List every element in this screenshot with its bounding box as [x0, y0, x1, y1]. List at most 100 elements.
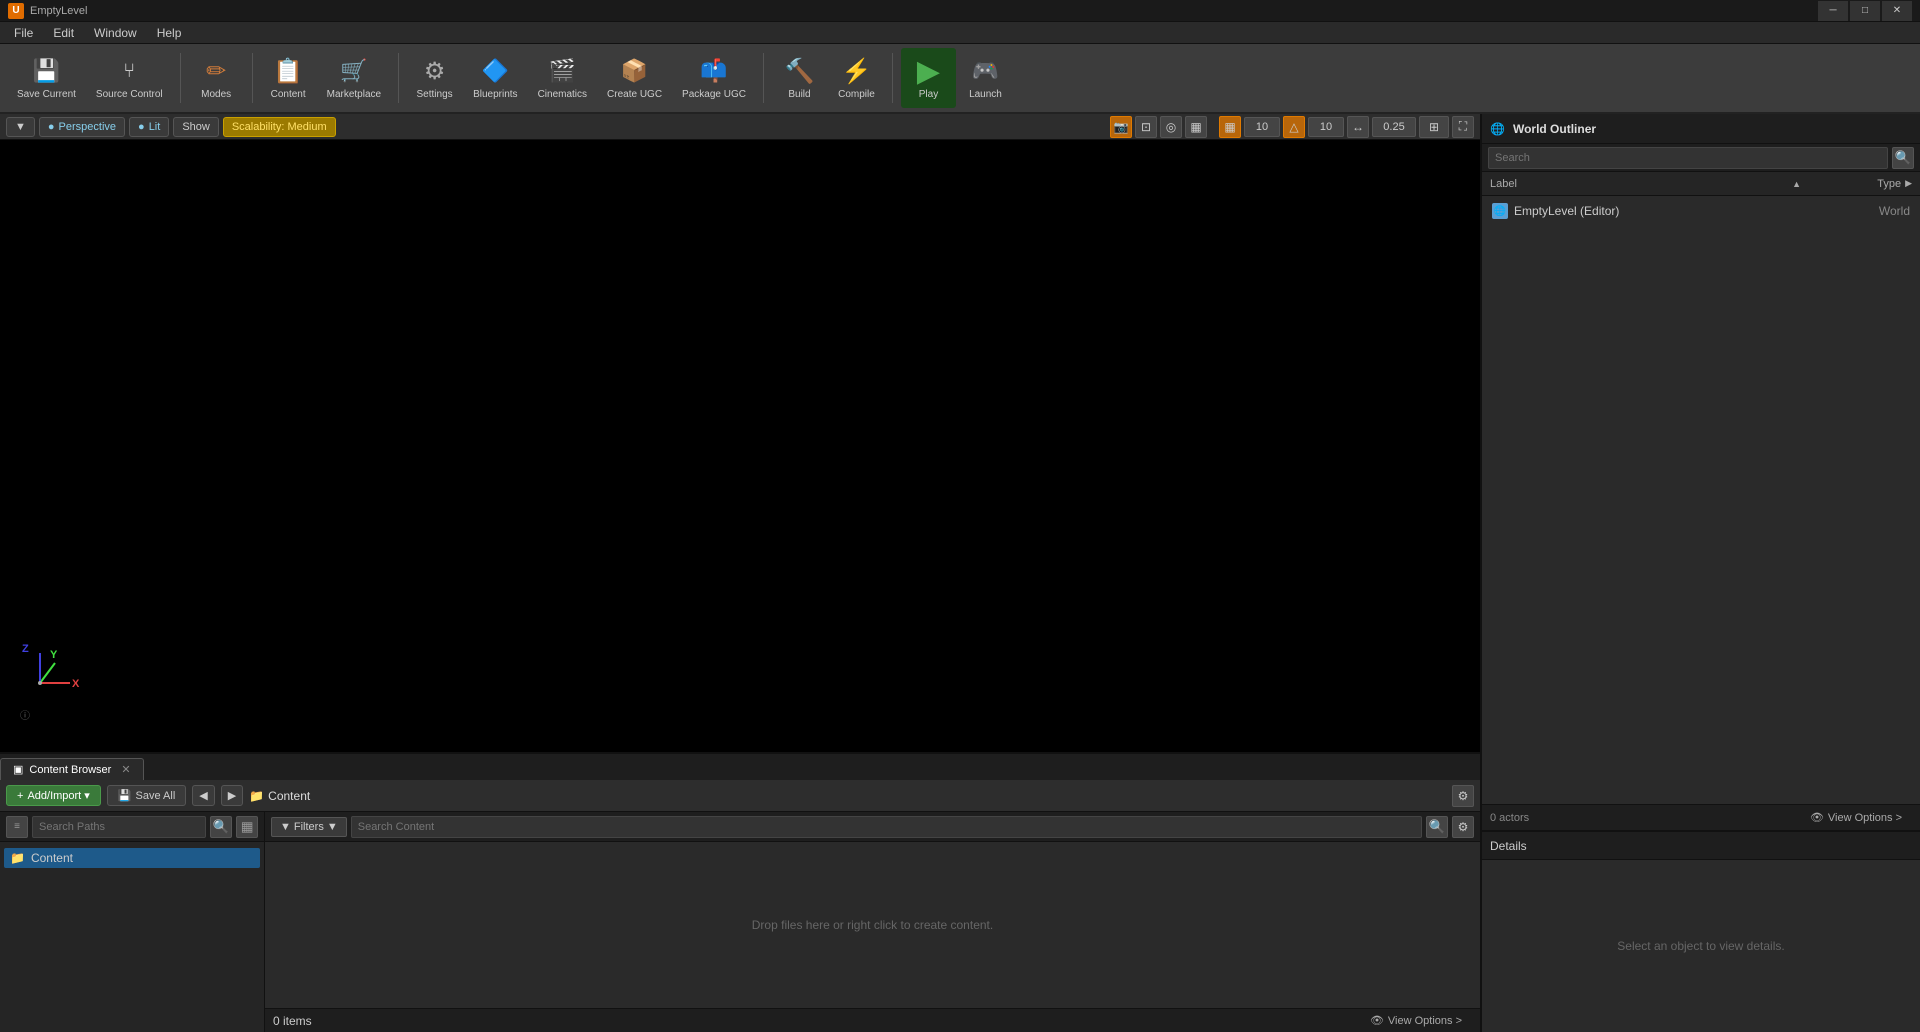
grid-snap-button[interactable]: ▦: [1219, 116, 1241, 138]
window-controls: ─ □ ✕: [1818, 1, 1912, 21]
world-outliner-items: 🌐 EmptyLevel (Editor) World: [1482, 196, 1920, 804]
marketplace-label: Marketplace: [327, 89, 381, 101]
save-all-icon: 💾: [118, 789, 132, 802]
play-button[interactable]: ▶ Play: [901, 48, 956, 108]
settings-button[interactable]: ⚙ Settings: [407, 48, 462, 108]
app-icon: U: [8, 3, 24, 19]
menu-edit[interactable]: Edit: [43, 24, 84, 42]
viewport-canvas[interactable]: X Y Z ⓘ: [0, 140, 1480, 752]
details-header: Details: [1482, 832, 1920, 860]
toolbar-divider-2: [252, 53, 253, 103]
viewport-panel: ▼ ● Perspective ● Lit Show Scalability: …: [0, 114, 1480, 1032]
world-outliner-view-options[interactable]: 👁 View Options >: [1800, 809, 1912, 826]
world-outliner-header: 🌐 World Outliner: [1482, 114, 1920, 144]
search-paths-button[interactable]: 🔍: [210, 816, 232, 838]
perspective-button[interactable]: ● Perspective: [39, 117, 125, 137]
menu-help[interactable]: Help: [147, 24, 192, 42]
stat-button[interactable]: ▦: [1185, 116, 1207, 138]
world-item-type: World: [1810, 204, 1910, 218]
filters-button[interactable]: ▼ Filters ▼: [271, 817, 347, 837]
toolbar-divider-4: [763, 53, 764, 103]
content-browser-tab[interactable]: ▣ Content Browser ✕: [0, 758, 144, 780]
source-tree: 📁 Content: [0, 842, 264, 1032]
create-ugc-button[interactable]: 📦 Create UGC: [598, 48, 671, 108]
menu-window[interactable]: Window: [84, 24, 147, 42]
content-browser-tab-close[interactable]: ✕: [121, 763, 130, 776]
source-view-toggle[interactable]: ▦: [236, 816, 258, 838]
content-folder-item[interactable]: 📁 Content: [4, 848, 260, 868]
dropdown-icon: ▼: [15, 121, 26, 133]
back-button[interactable]: ◀: [192, 785, 214, 806]
toolbar-divider-1: [180, 53, 181, 103]
content-label: Content: [271, 89, 306, 101]
close-button[interactable]: ✕: [1882, 1, 1912, 21]
show-button[interactable]: Show: [173, 117, 219, 137]
source-filter-button[interactable]: ≡: [6, 816, 28, 838]
items-count: 0 items: [273, 1014, 312, 1028]
add-import-button[interactable]: + Add/Import ▾: [6, 785, 101, 806]
save-icon: 💾: [30, 55, 62, 87]
settings-icon: ⚙: [419, 55, 451, 87]
scalability-button[interactable]: Scalability: Medium: [223, 117, 336, 137]
lit-button[interactable]: ● Lit: [129, 117, 169, 137]
svg-text:X: X: [72, 678, 80, 690]
build-button[interactable]: 🔨 Build: [772, 48, 827, 108]
minimize-button[interactable]: ─: [1818, 1, 1848, 21]
world-outliner-item[interactable]: 🌐 EmptyLevel (Editor) World: [1486, 200, 1916, 222]
blueprints-button[interactable]: 🔷 Blueprints: [464, 48, 526, 108]
camera-icon-button[interactable]: 📷: [1110, 116, 1132, 138]
cinematics-button[interactable]: 🎬 Cinematics: [529, 48, 596, 108]
cb-settings-button[interactable]: ⚙: [1452, 785, 1474, 807]
build-icon: 🔨: [783, 55, 815, 87]
drop-message: Drop files here or right click to create…: [752, 918, 993, 932]
world-outliner-search: 🔍: [1482, 144, 1920, 172]
search-content-input[interactable]: [351, 816, 1422, 838]
forward-button[interactable]: ▶: [221, 785, 243, 806]
search-paths-input[interactable]: [32, 816, 206, 838]
realtime-button[interactable]: ◎: [1160, 116, 1182, 138]
blueprints-label: Blueprints: [473, 89, 517, 101]
content-view-options-small[interactable]: ⚙: [1452, 816, 1474, 838]
viewport-dropdown-button[interactable]: ▼: [6, 117, 35, 137]
save-all-button[interactable]: 💾 Save All: [107, 785, 186, 806]
world-outliner-columns: Label ▲ Type ▶: [1482, 172, 1920, 196]
content-folder-label: Content: [31, 851, 73, 865]
compile-label: Compile: [838, 89, 875, 101]
view-options-label: View Options >: [1388, 1015, 1462, 1027]
scale-snap-field[interactable]: 0.25: [1372, 117, 1416, 137]
toolbar-divider-3: [398, 53, 399, 103]
app-title: EmptyLevel: [30, 5, 87, 17]
content-drop-area[interactable]: Drop files here or right click to create…: [265, 842, 1480, 1008]
axis-svg: X Y Z: [20, 643, 80, 703]
world-outliner-search-input[interactable]: [1488, 147, 1888, 169]
maximize-button[interactable]: □: [1850, 1, 1880, 21]
maximize-viewport-button[interactable]: ⛶: [1452, 116, 1474, 138]
rotation-snap-field[interactable]: 10: [1308, 117, 1344, 137]
content-browser-body: ≡ 🔍 ▦ 📁 Content: [0, 812, 1480, 1032]
svg-text:Z: Z: [22, 643, 29, 655]
scale-snap-button[interactable]: ↔: [1347, 116, 1369, 138]
content-view-options-button[interactable]: 👁 View Options >: [1360, 1012, 1472, 1029]
rotation-snap-button[interactable]: △: [1283, 116, 1305, 138]
perspective-mode-button[interactable]: ⊡: [1135, 116, 1157, 138]
grid-size-field[interactable]: 10: [1244, 117, 1280, 137]
toolbar-group-save: 💾 Save Current ⑂ Source Control: [8, 48, 172, 108]
details-panel: Details Select an object to view details…: [1482, 832, 1920, 1032]
marketplace-button[interactable]: 🛒 Marketplace: [318, 48, 390, 108]
col-label-header: Label: [1490, 178, 1792, 190]
world-outliner-search-button[interactable]: 🔍: [1892, 147, 1914, 169]
marketplace-icon: 🛒: [338, 55, 370, 87]
show-label: Show: [182, 121, 210, 133]
content-button[interactable]: 📋 Content: [261, 48, 316, 108]
toolbar-group-settings: ⚙ Settings 🔷 Blueprints 🎬 Cinematics 📦 C…: [407, 48, 755, 108]
source-control-button[interactable]: ⑂ Source Control: [87, 48, 172, 108]
launch-button[interactable]: 🎮 Launch: [958, 48, 1013, 108]
filter-icon: ▼: [280, 821, 291, 833]
search-content-button[interactable]: 🔍: [1426, 816, 1448, 838]
viewport-options-button[interactable]: ⊞: [1419, 116, 1449, 138]
compile-button[interactable]: ⚡ Compile: [829, 48, 884, 108]
modes-button[interactable]: ✏ Modes: [189, 48, 244, 108]
menu-file[interactable]: File: [4, 24, 43, 42]
package-ugc-button[interactable]: 📫 Package UGC: [673, 48, 755, 108]
save-current-button[interactable]: 💾 Save Current: [8, 48, 85, 108]
